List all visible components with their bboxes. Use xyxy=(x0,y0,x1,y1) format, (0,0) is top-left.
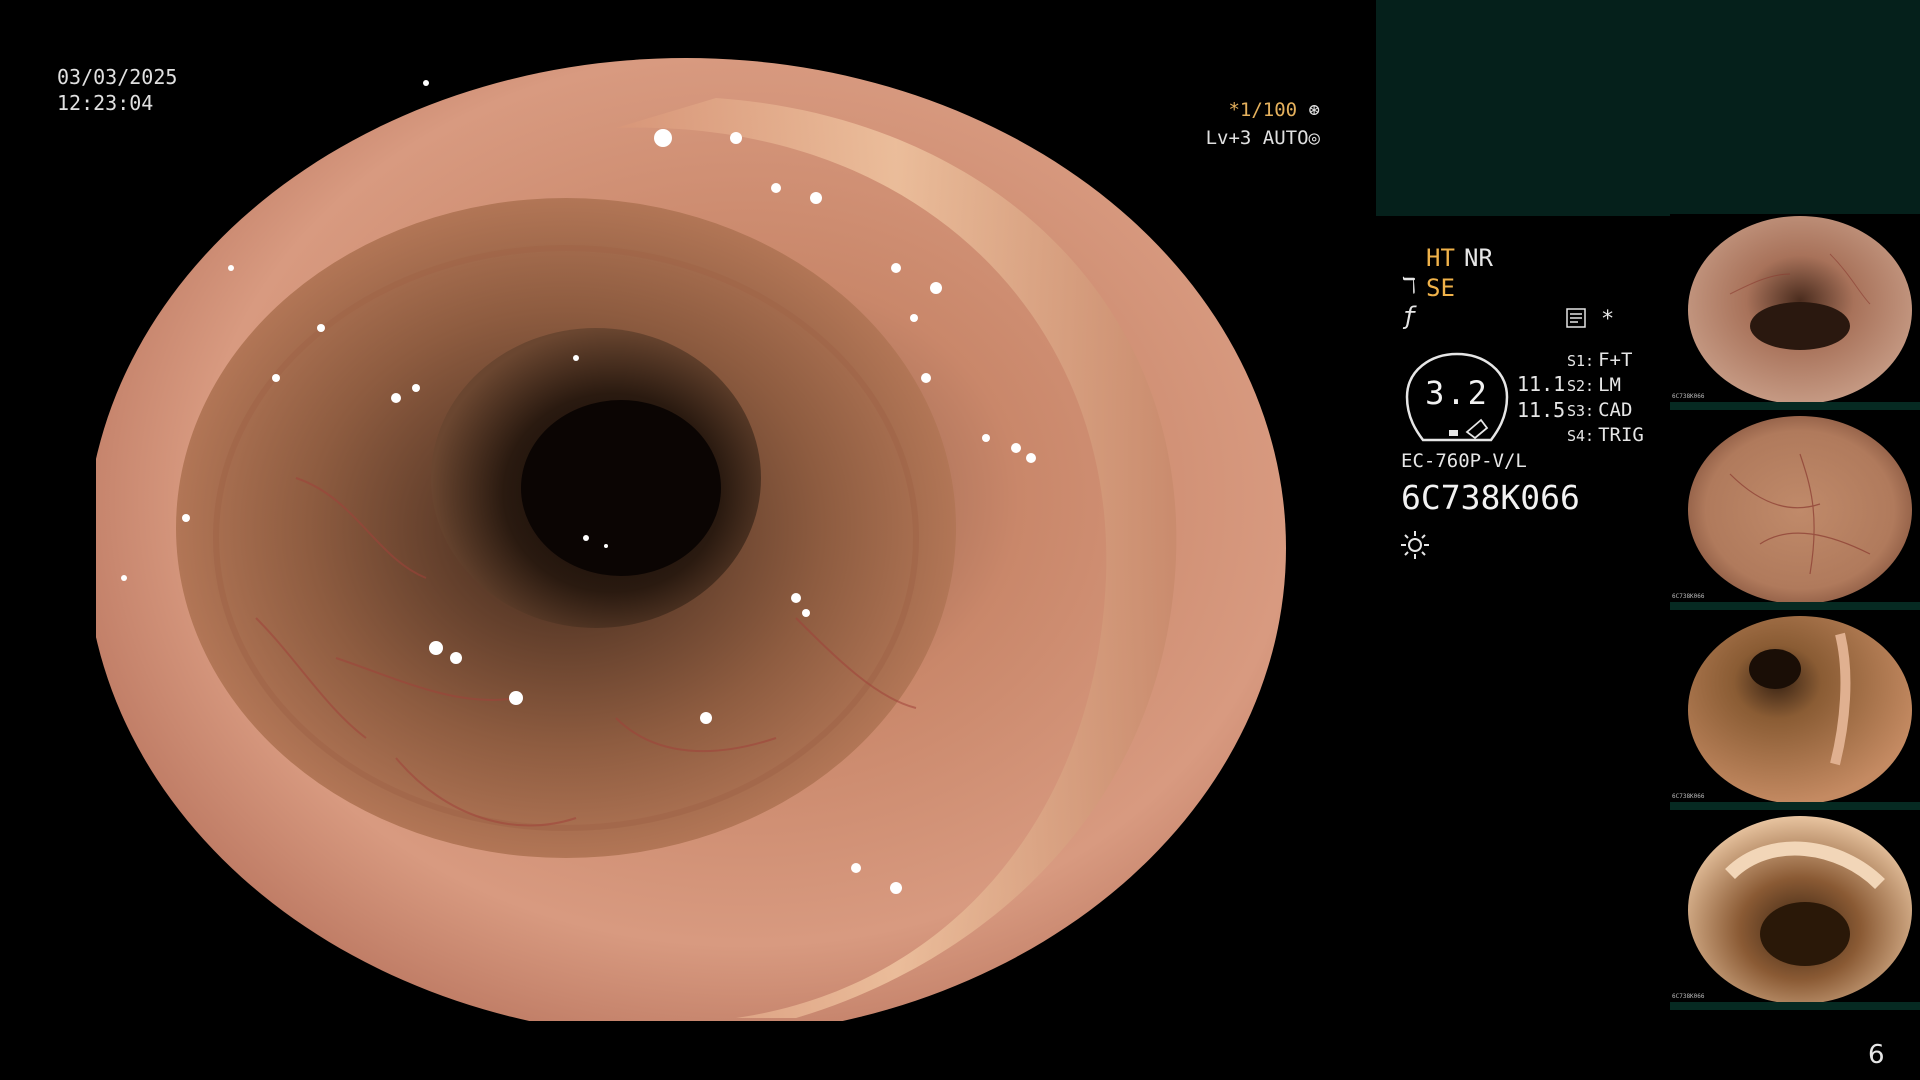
gauge-value: 3.2 xyxy=(1425,374,1489,412)
shutter-text: *1/100 xyxy=(1228,99,1298,121)
auto-iris-icon: ◎ xyxy=(1308,127,1320,149)
thumbnail-bar xyxy=(1670,802,1920,810)
switch-4: S4: TRIG xyxy=(1567,424,1644,446)
thumbnail-bar xyxy=(1670,1002,1920,1010)
structure-enhance-icon: ℸ xyxy=(1402,274,1417,299)
capture-thumbnail[interactable]: 6C738K066 xyxy=(1670,614,1920,810)
datetime-display: 03/03/2025 12:23:04 xyxy=(57,64,177,116)
value-2: 11.5 xyxy=(1517,398,1566,422)
mode-se: SE xyxy=(1426,274,1455,302)
light-source-icon xyxy=(1401,531,1429,559)
date-text: 03/03/2025 xyxy=(57,65,178,89)
aperture-icon: ⊛ xyxy=(1297,99,1320,121)
star-indicator: * xyxy=(1601,307,1615,332)
iris-text: Lv+3 AUTO xyxy=(1205,127,1309,149)
thumbnail-id: 6C738K066 xyxy=(1672,393,1705,400)
switch-3: S3: CAD xyxy=(1567,399,1633,421)
iris-level: Lv+3 AUTO◎ xyxy=(1150,127,1320,149)
mode-ht: HT xyxy=(1426,244,1455,272)
value-1: 11.1 xyxy=(1517,372,1566,396)
switch-2: S2: LM xyxy=(1567,374,1621,396)
capture-thumbnail[interactable]: 6C738K066 xyxy=(1670,414,1920,610)
capture-thumbnail[interactable]: 6C738K066 xyxy=(1670,214,1920,410)
shutter-speed: *1/100 ⊛ xyxy=(1180,99,1320,121)
time-text: 12:23:04 xyxy=(57,91,154,115)
switch-1: S1: F+T xyxy=(1567,349,1633,371)
mode-nr: NR xyxy=(1464,244,1493,272)
thumbnail-bar xyxy=(1670,402,1920,410)
status-panel-top xyxy=(1376,0,1920,216)
capture-thumbnail[interactable]: 6C738K066 xyxy=(1670,814,1920,1010)
color-enhance-icon: ƒ xyxy=(1402,302,1417,330)
scope-model: EC-760P-V/L xyxy=(1401,450,1527,472)
memo-icon xyxy=(1566,308,1586,328)
thumbnail-id: 6C738K066 xyxy=(1672,593,1705,600)
endoscope-main-view xyxy=(96,58,1301,1021)
thumbnail-id: 6C738K066 xyxy=(1672,793,1705,800)
page-number: 6 xyxy=(1868,1040,1885,1070)
thumbnail-bar xyxy=(1670,602,1920,610)
scope-serial: 6C738K066 xyxy=(1401,478,1580,517)
thumbnail-id: 6C738K066 xyxy=(1672,993,1705,1000)
